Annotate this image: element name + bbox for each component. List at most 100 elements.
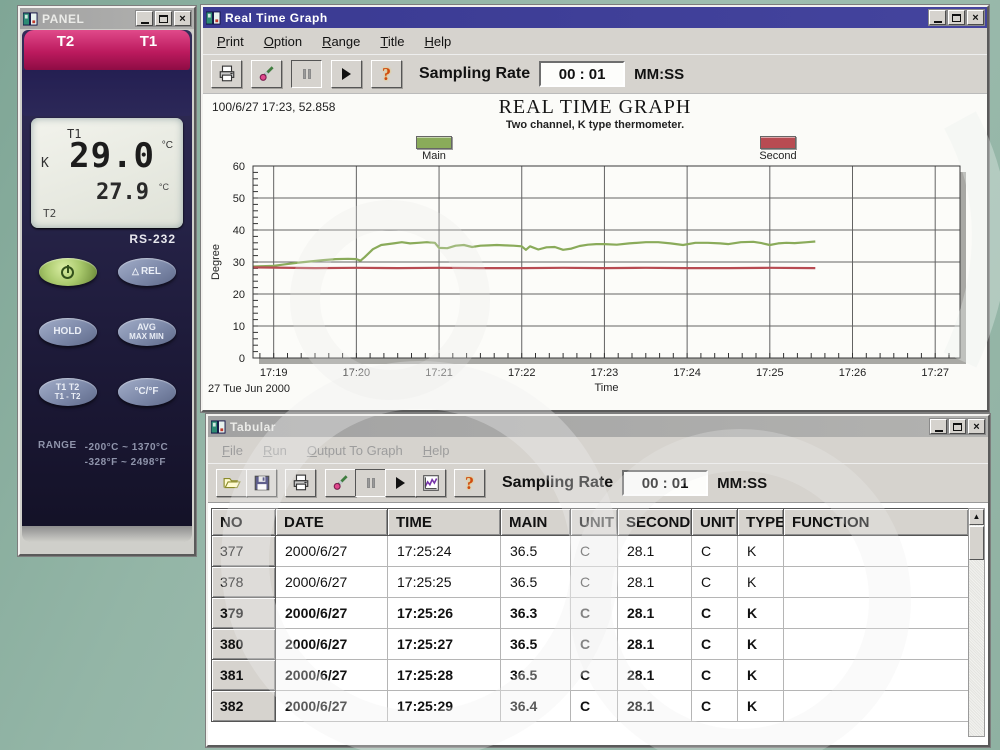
play-button[interactable] <box>331 60 362 88</box>
close-button[interactable]: × <box>174 11 191 26</box>
play-icon <box>396 477 405 489</box>
power-button[interactable] <box>39 258 97 286</box>
tabular-window: Tabular × File Run Output To Graph Help <box>206 414 990 747</box>
svg-text:17:19: 17:19 <box>260 367 288 379</box>
table-cell: C <box>692 567 738 598</box>
maximize-button[interactable] <box>948 10 965 25</box>
tabular-titlebar[interactable]: Tabular × <box>208 416 988 437</box>
column-header-no[interactable]: NO <box>212 509 276 536</box>
column-header-time[interactable]: TIME <box>388 509 501 536</box>
table-row[interactable]: 3792000/6/2717:25:2636.3C28.1CK <box>212 598 969 629</box>
maximize-button[interactable] <box>155 11 172 26</box>
menu-help[interactable]: Help <box>413 440 460 461</box>
clear-brush-button[interactable] <box>325 469 356 497</box>
table-row[interactable]: 3822000/6/2717:25:2936.4C28.1CK <box>212 691 969 722</box>
svg-text:50: 50 <box>233 193 245 205</box>
row-number-cell: 381 <box>212 660 276 691</box>
range-fahrenheit: -328°F ~ 2498°F <box>85 457 166 468</box>
close-button[interactable]: × <box>967 10 984 25</box>
maximize-button[interactable] <box>949 419 966 434</box>
celsius-fahrenheit-button[interactable]: °C/°F <box>118 378 176 406</box>
minimize-button[interactable] <box>136 11 153 26</box>
sampling-rate-input[interactable] <box>539 61 625 87</box>
open-button[interactable] <box>216 469 247 497</box>
graph-view-button[interactable] <box>415 469 446 497</box>
row-number-cell: 378 <box>212 567 276 598</box>
menu-output-to-graph[interactable]: Output To Graph <box>297 440 413 461</box>
svg-text:30: 30 <box>233 257 245 269</box>
window-title: Real Time Graph <box>225 11 925 25</box>
vertical-scrollbar[interactable]: ▲ <box>968 508 985 737</box>
column-header-main[interactable]: MAIN <box>501 509 571 536</box>
lcd-main-unit: °C <box>162 140 173 151</box>
column-header-unit[interactable]: UNIT <box>692 509 738 536</box>
pause-button[interactable] <box>355 469 386 497</box>
minimize-icon <box>934 21 942 23</box>
table-row[interactable]: 3772000/6/2717:25:2436.5C28.1CK <box>212 536 969 567</box>
column-header-date[interactable]: DATE <box>276 509 388 536</box>
table-cell: 2000/6/27 <box>276 536 388 567</box>
minimize-button[interactable] <box>929 10 946 25</box>
hold-button[interactable]: HOLD <box>39 318 97 346</box>
svg-text:17:25: 17:25 <box>756 367 784 379</box>
menu-run[interactable]: Run <box>253 440 297 461</box>
sampling-rate-input[interactable] <box>622 470 708 496</box>
window-title: Tabular <box>230 420 926 434</box>
thermometer-device: T2 T1 T1 K 29.0 °C 27.9 °C T2 RS-232 △RE… <box>22 30 192 542</box>
table-cell: 36.4 <box>501 691 571 722</box>
table-row[interactable]: 3782000/6/2717:25:2536.5C28.1CK <box>212 567 969 598</box>
table-row[interactable]: 3812000/6/2717:25:2836.5C28.1CK <box>212 660 969 691</box>
scrollbar-thumb[interactable] <box>969 526 984 560</box>
table-cell <box>784 629 969 660</box>
svg-text:17:20: 17:20 <box>343 367 371 379</box>
avg-max-min-button[interactable]: AVG MAX MIN <box>118 318 176 346</box>
svg-text:27 Tue Jun 2000: 27 Tue Jun 2000 <box>208 383 290 395</box>
panel-titlebar[interactable]: PANEL × <box>20 8 194 29</box>
minimize-icon <box>141 22 149 24</box>
menu-file[interactable]: File <box>212 440 253 461</box>
menu-option[interactable]: Option <box>254 31 312 52</box>
print-button[interactable] <box>211 60 242 88</box>
sampling-rate-label: Sampling Rate <box>419 65 530 83</box>
help-button[interactable]: ? <box>371 60 402 88</box>
lcd-main-value: 29.0 <box>69 136 155 176</box>
pause-button[interactable] <box>291 60 322 88</box>
menu-range[interactable]: Range <box>312 31 370 52</box>
menu-help[interactable]: Help <box>414 31 461 52</box>
menu-title[interactable]: Title <box>370 31 414 52</box>
svg-text:0: 0 <box>239 353 245 365</box>
graph-titlebar[interactable]: Real Time Graph × <box>203 7 987 28</box>
graph-toolbar: ? Sampling Rate MM:SS <box>203 54 987 93</box>
table-cell: 36.5 <box>501 629 571 660</box>
column-header-function[interactable]: FUNCTION <box>784 509 969 536</box>
help-icon: ? <box>465 473 474 494</box>
svg-text:17:23: 17:23 <box>591 367 619 379</box>
close-button[interactable]: × <box>968 419 985 434</box>
table-cell: 17:25:24 <box>388 536 501 567</box>
svg-text:Time: Time <box>594 382 618 394</box>
print-button[interactable] <box>285 469 316 497</box>
column-header-second[interactable]: SECOND <box>618 509 692 536</box>
svg-text:17:21: 17:21 <box>425 367 453 379</box>
table-cell: 28.1 <box>618 536 692 567</box>
table-cell: 2000/6/27 <box>276 567 388 598</box>
table-cell: 28.1 <box>618 691 692 722</box>
menu-print[interactable]: Print <box>207 31 254 52</box>
column-header-unit[interactable]: UNIT <box>571 509 618 536</box>
minimize-button[interactable] <box>930 419 947 434</box>
table-cell: 28.1 <box>618 567 692 598</box>
table-cell: C <box>692 536 738 567</box>
svg-text:40: 40 <box>233 225 245 237</box>
clear-brush-button[interactable] <box>251 60 282 88</box>
lcd-second-unit: °C <box>159 182 169 192</box>
table-cell <box>784 691 969 722</box>
app-icon <box>23 12 38 26</box>
rel-button[interactable]: △REL <box>118 258 176 286</box>
column-header-type[interactable]: TYPE <box>738 509 784 536</box>
t1-t2-button[interactable]: T1 T2 T1 - T2 <box>39 378 97 406</box>
scroll-up-button[interactable]: ▲ <box>969 509 984 525</box>
help-button[interactable]: ? <box>454 469 485 497</box>
save-button[interactable] <box>246 469 277 497</box>
table-row[interactable]: 3802000/6/2717:25:2736.5C28.1CK <box>212 629 969 660</box>
play-button[interactable] <box>385 469 416 497</box>
